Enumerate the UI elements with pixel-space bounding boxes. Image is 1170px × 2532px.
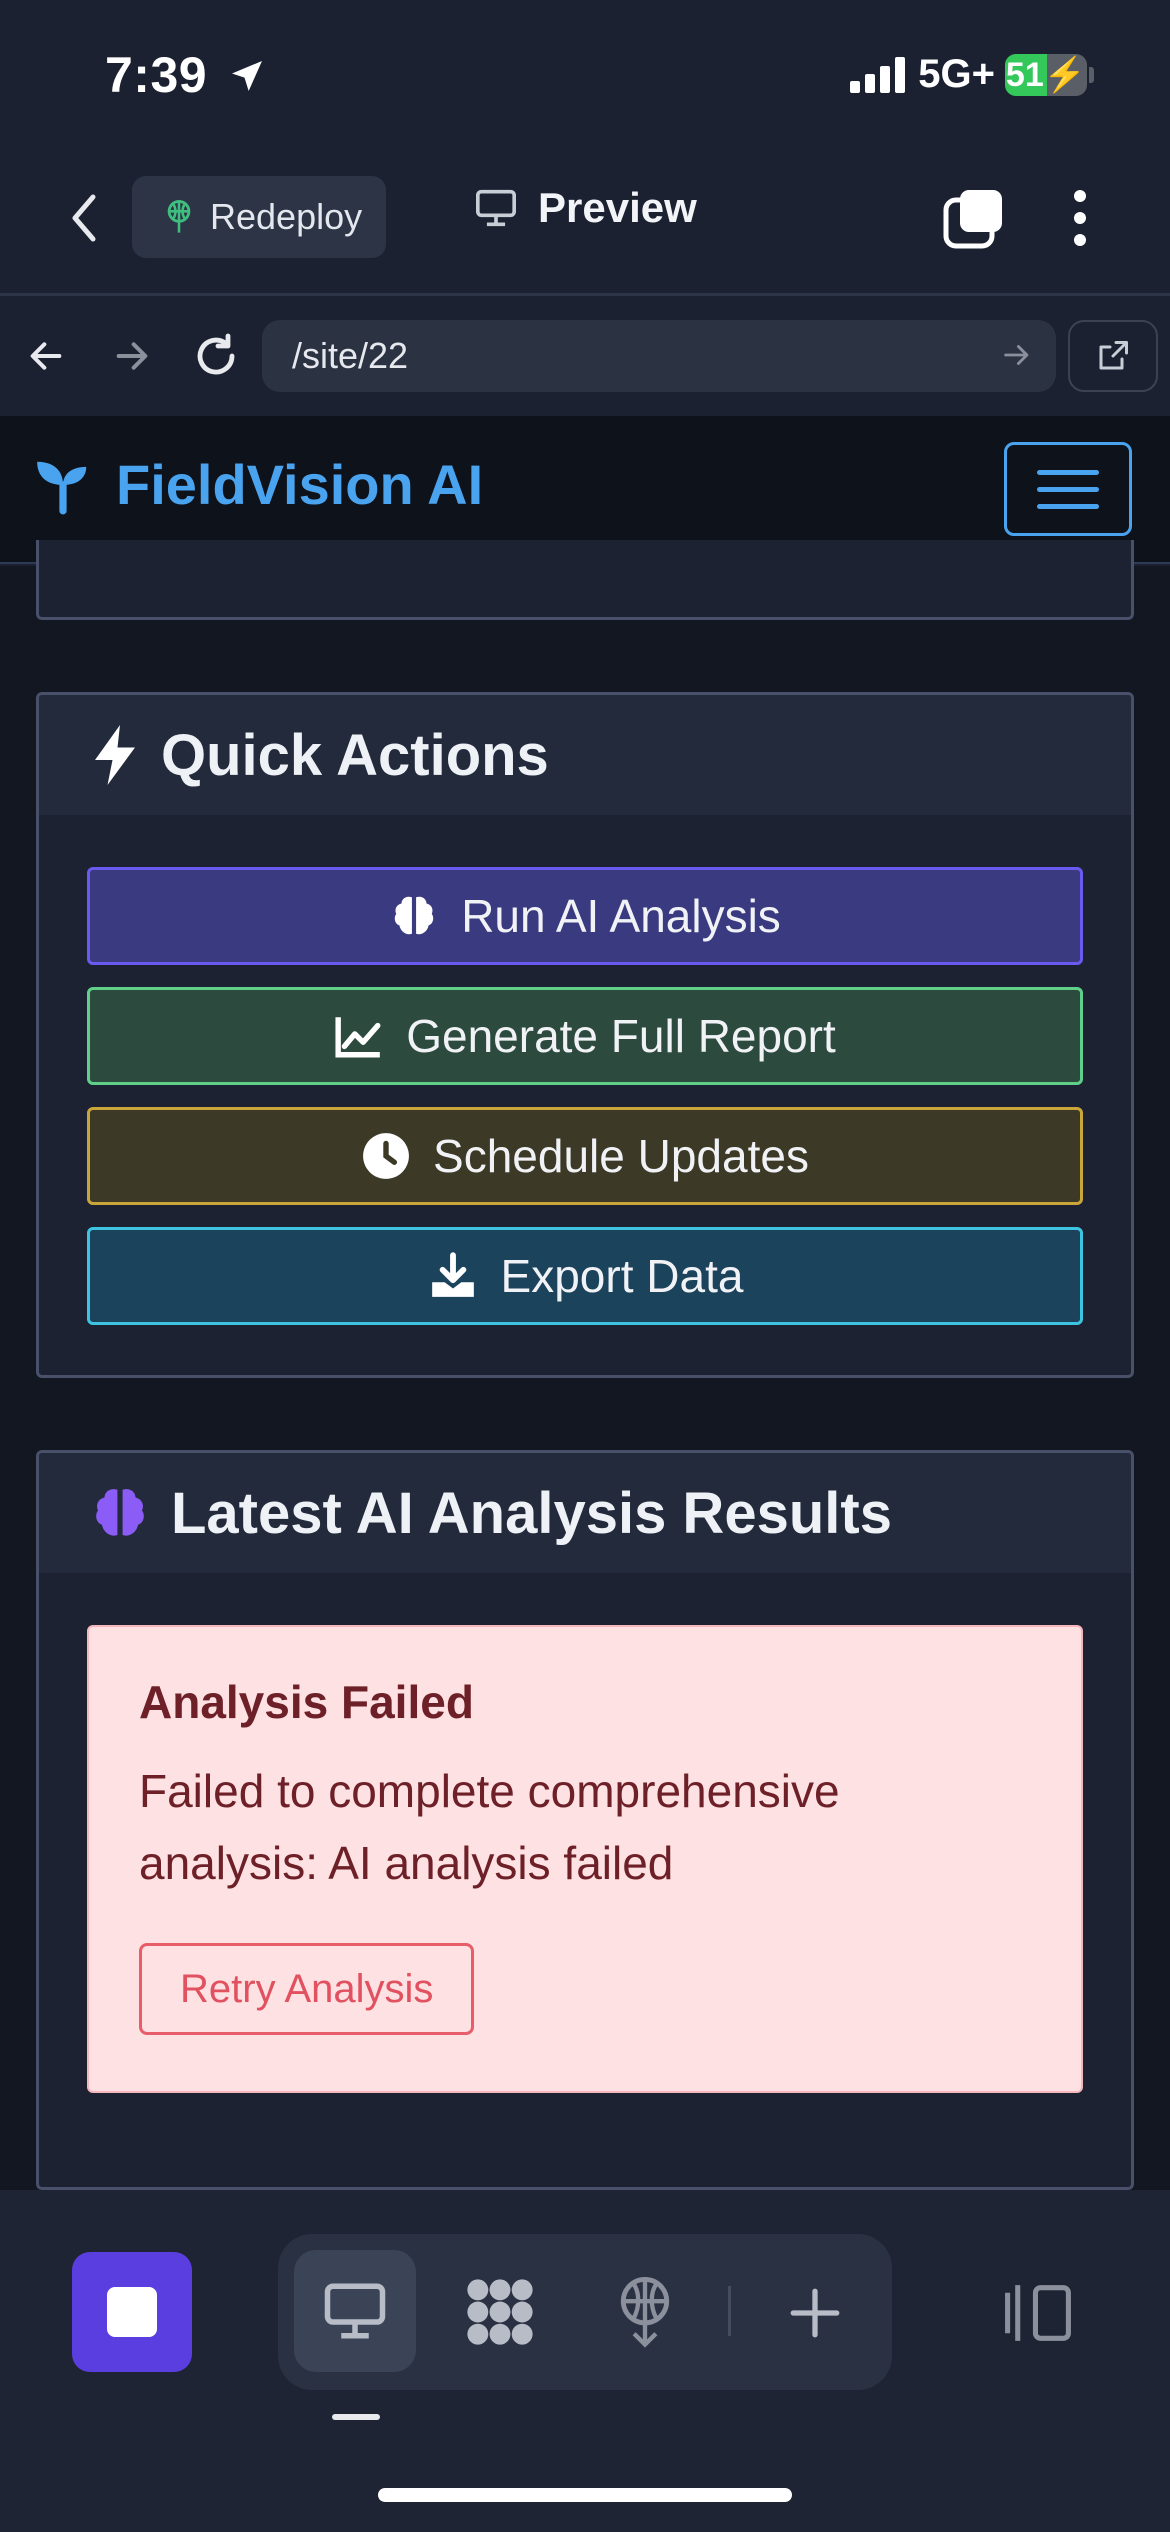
url-bar[interactable]: /site/22 (262, 320, 1056, 392)
schedule-updates-label: Schedule Updates (433, 1130, 809, 1182)
export-data-button[interactable]: Export Data (87, 1227, 1083, 1325)
retry-analysis-button[interactable]: Retry Analysis (139, 1943, 475, 2035)
generate-full-report-label: Generate Full Report (406, 1010, 836, 1062)
battery-icon: 51⚡ (1005, 53, 1094, 96)
tabs-icon (943, 190, 1002, 249)
location-arrow-icon (232, 61, 263, 91)
previous-card-edge (36, 540, 1134, 620)
tabs-button[interactable] (942, 186, 1006, 250)
status-indicators: 5G+ 51⚡ (850, 52, 1094, 97)
quick-actions-header: Quick Actions (39, 695, 1131, 815)
schedule-updates-button[interactable]: Schedule Updates (87, 1107, 1083, 1205)
more-vertical-icon (1074, 190, 1086, 246)
status-time: 7:39 (105, 46, 267, 104)
error-message: Failed to complete comprehensive analysi… (139, 1765, 840, 1889)
back-button[interactable] (60, 190, 108, 246)
url-text: /site/22 (292, 335, 409, 376)
signal-icon (850, 56, 906, 93)
chart-line-icon (335, 1017, 381, 1058)
brand-name: FieldVision AI (116, 453, 484, 516)
open-external-button[interactable] (1068, 320, 1158, 392)
nav-back-button[interactable] (26, 336, 70, 376)
deploy-view-button[interactable] (612, 2274, 678, 2350)
seedling-icon (37, 461, 87, 514)
sprout-network-icon (167, 200, 191, 233)
arrow-left-icon (30, 342, 62, 370)
hamburger-icon (1037, 469, 1099, 475)
puzzle-grid-icon (467, 2279, 533, 2345)
redeploy-label: Redeploy (210, 196, 363, 237)
brain-icon (394, 896, 434, 935)
nav-forward-button[interactable] (112, 336, 156, 376)
preview-label: Preview (538, 184, 697, 231)
run-ai-analysis-button[interactable]: Run AI Analysis (87, 867, 1083, 965)
error-title: Analysis Failed (139, 1676, 474, 1728)
analysis-results-title: Latest AI Analysis Results (171, 1480, 892, 1546)
sprout-network-icon (620, 2276, 670, 2348)
network-label: 5G+ (918, 52, 995, 96)
arrow-right-icon (116, 342, 148, 370)
sidebar-icon (1005, 2285, 1071, 2341)
export-data-label: Export Data (500, 1250, 744, 1302)
download-icon (431, 1252, 474, 1297)
analysis-results-header: Latest AI Analysis Results (39, 1453, 1131, 1573)
clock-icon (363, 1133, 409, 1179)
home-indicator[interactable] (378, 2488, 792, 2502)
quick-actions-card: Quick Actions Run AI Analysis Generate F… (36, 692, 1134, 1378)
error-alert: Analysis Failed Failed to complete compr… (87, 1625, 1083, 2093)
add-button[interactable] (786, 2284, 844, 2342)
bolt-icon (95, 725, 135, 785)
external-link-icon (1099, 341, 1128, 370)
stop-button[interactable] (72, 2252, 192, 2372)
chevron-left-icon (72, 194, 96, 242)
generate-full-report-button[interactable]: Generate Full Report (87, 987, 1083, 1085)
brand-link[interactable]: FieldVision AI (32, 452, 483, 517)
redeploy-button[interactable]: Redeploy (132, 176, 386, 258)
toolbar-divider (0, 293, 1170, 296)
reload-icon (197, 333, 235, 375)
reload-button[interactable] (192, 332, 240, 380)
preview-tab[interactable]: Preview (474, 184, 697, 232)
quick-actions-title: Quick Actions (161, 722, 549, 788)
sidebar-toggle-button[interactable] (1000, 2280, 1076, 2346)
go-arrow-icon[interactable] (1000, 338, 1034, 372)
run-ai-analysis-label: Run AI Analysis (461, 890, 781, 942)
stop-icon (107, 2287, 157, 2337)
brain-icon (96, 1489, 144, 1536)
active-tab-indicator (332, 2414, 380, 2420)
code-view-button[interactable] (462, 2274, 538, 2350)
segment-divider (728, 2286, 731, 2336)
menu-toggle-button[interactable] (1004, 442, 1132, 536)
monitor-icon (322, 2280, 388, 2347)
more-menu-button[interactable] (1064, 186, 1096, 250)
monitor-icon (476, 189, 516, 227)
plus-icon (790, 2288, 840, 2338)
analysis-results-card: Latest AI Analysis Results Analysis Fail… (36, 1450, 1134, 2190)
